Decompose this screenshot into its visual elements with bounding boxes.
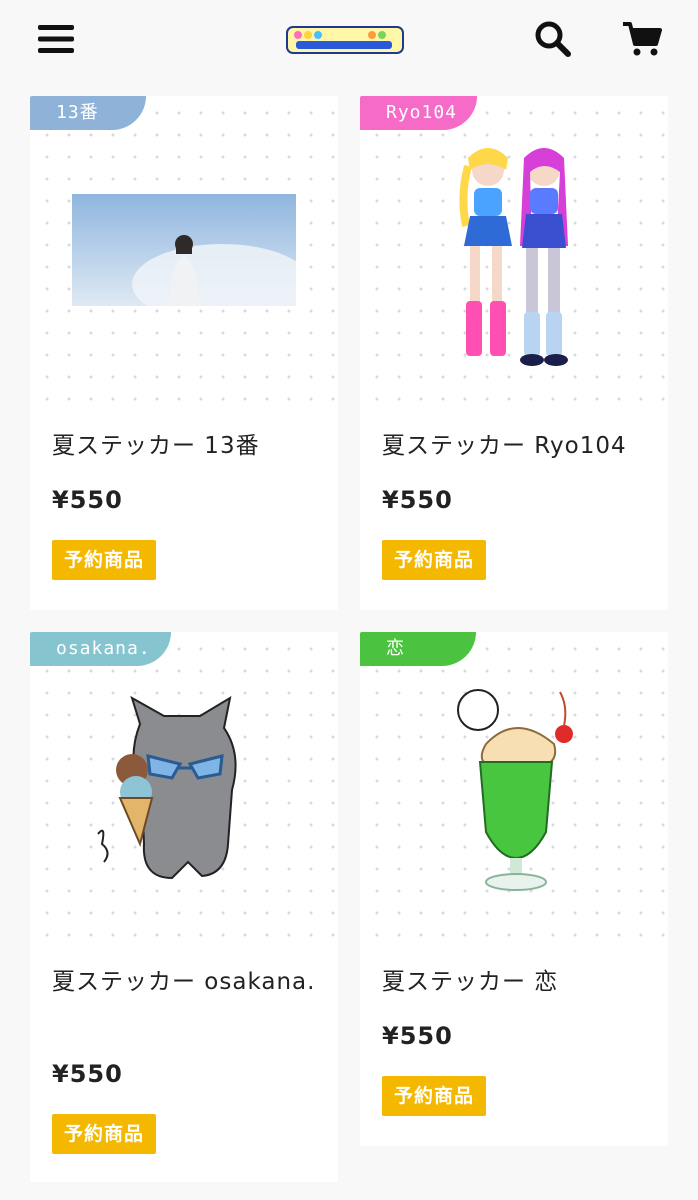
preorder-badge: 予約商品 [52,1114,157,1154]
product-title[interactable]: 夏ステッカー Ryo104 [382,428,650,464]
header [0,0,698,78]
cream-soda-illustration [457,689,573,891]
preorder-badge: 予約商品 [52,540,157,580]
site-logo[interactable] [286,26,404,54]
artist-tag: osakana. [30,632,171,666]
cart-button[interactable] [622,20,662,58]
product-card[interactable]: 恋 夏ステッカー 恋 ¥550 予約商品 [360,632,668,1146]
product-price: ¥550 [52,1060,123,1088]
product-title[interactable]: 夏ステッカー 13番 [52,428,320,464]
product-price: ¥550 [382,486,453,514]
photo-thumbnail-image [72,194,296,306]
cart-icon [623,22,662,56]
product-title[interactable]: 夏ステッカー 恋 [382,964,650,1000]
preorder-badge: 予約商品 [382,1076,487,1116]
product-image[interactable] [360,96,668,402]
product-image[interactable] [360,632,668,938]
product-title[interactable]: 夏ステッカー osakana. [52,964,320,1000]
product-image[interactable] [30,632,338,938]
product-card[interactable]: 13番 夏ステッカー 13番 ¥550 予約商品 [30,96,338,610]
product-price: ¥550 [52,486,123,514]
artist-tag: 13番 [30,96,146,130]
product-image[interactable] [30,96,338,402]
product-card[interactable]: osakana. 夏ステッカー osakana. ¥550 予約商品 [30,632,338,1182]
search-button[interactable] [534,20,572,58]
menu-button[interactable] [38,24,74,54]
artist-tag: 恋 [360,632,476,666]
product-card[interactable]: Ryo104 夏ステッカー Ryo104 ¥550 予約商品 [360,96,668,610]
cat-with-icecream-illustration [97,695,237,880]
preorder-badge: 予約商品 [382,540,487,580]
search-icon [535,21,571,57]
product-price: ¥550 [382,1022,453,1050]
two-girls-illustration [459,148,568,366]
artist-tag: Ryo104 [360,96,478,130]
hamburger-menu-icon [38,25,74,53]
